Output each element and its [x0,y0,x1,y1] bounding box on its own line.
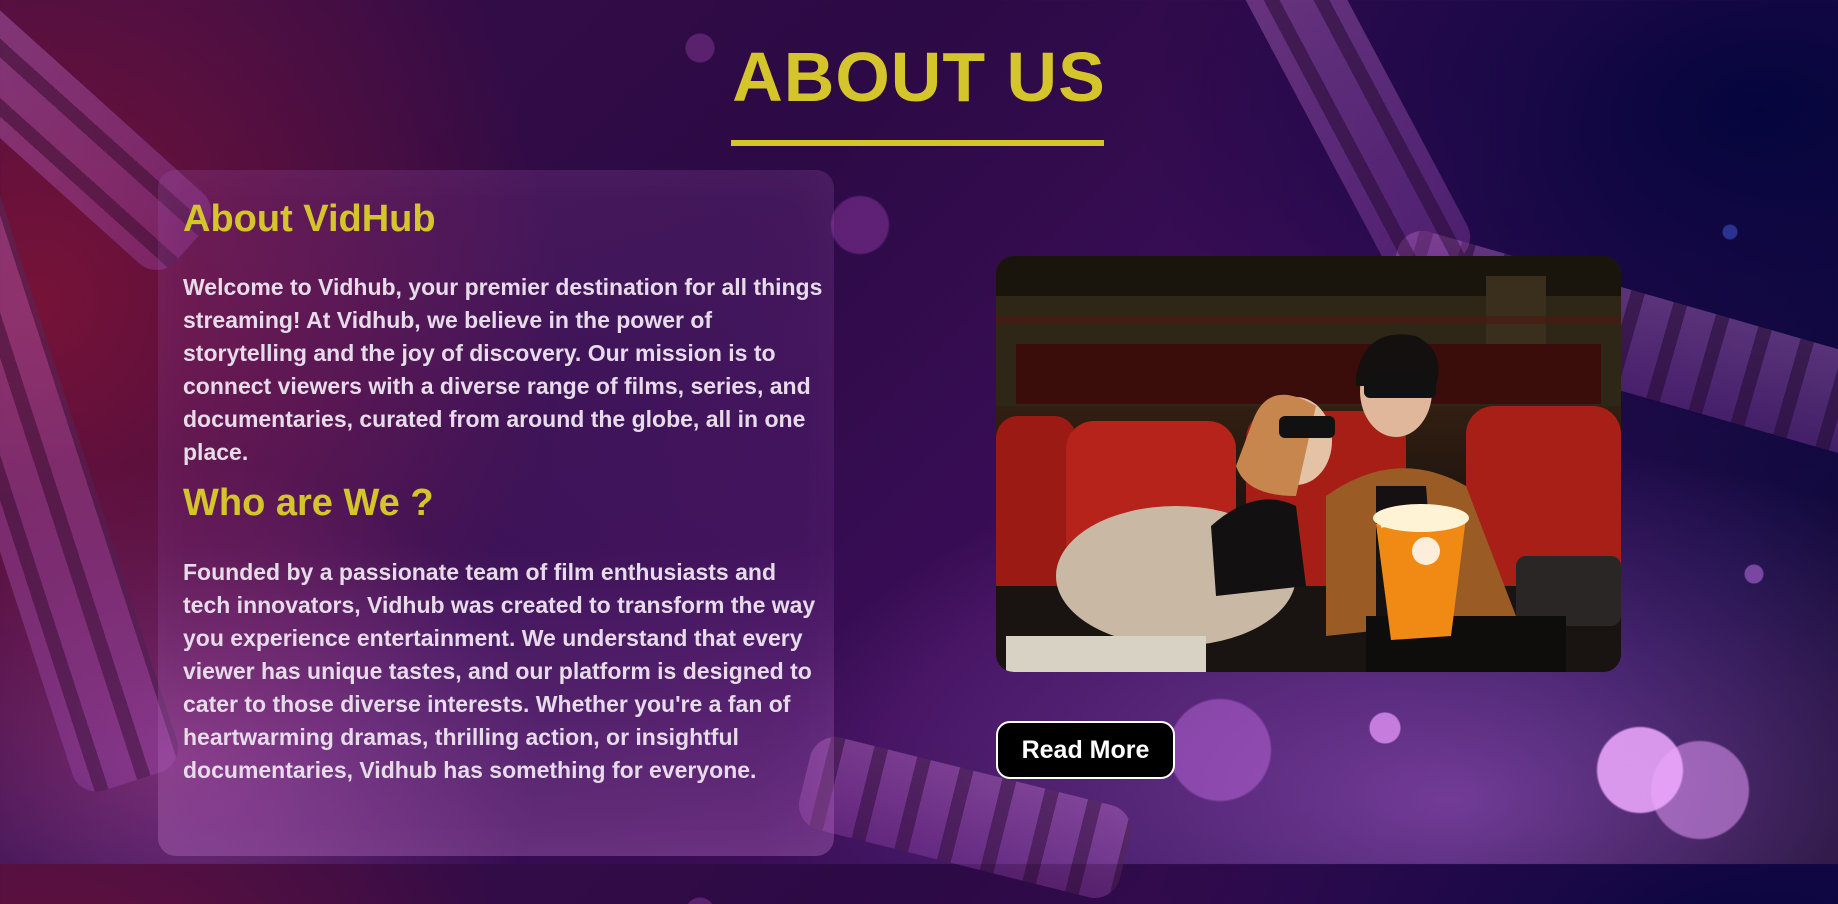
read-more-button[interactable]: Read More [996,721,1175,779]
who-text: Founded by a passionate team of film ent… [183,559,816,783]
title-underline [731,140,1104,146]
who-heading: Who are We ? [183,482,434,524]
cinema-couple-photo [996,256,1621,672]
about-heading: About VidHub [183,198,436,240]
page-title: ABOUT US [732,38,1106,116]
about-text: Welcome to Vidhub, your premier destinat… [183,274,823,465]
